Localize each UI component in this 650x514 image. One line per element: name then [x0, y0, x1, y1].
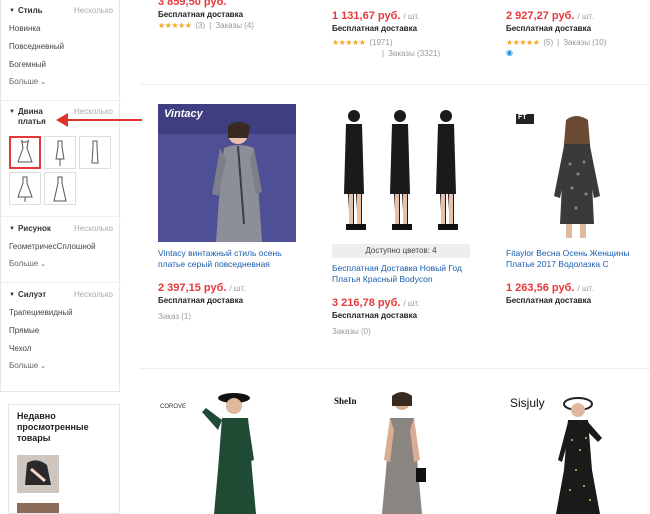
product-card[interactable]: Vintacy винтажный стиль осень платье сер…	[158, 248, 308, 322]
recent-product-image	[17, 455, 59, 493]
dress-length-maxi[interactable]	[44, 172, 76, 205]
divider	[1, 282, 121, 283]
chevron-down-icon: ⌄	[40, 79, 47, 86]
product-image[interactable]: COROVE	[158, 390, 296, 514]
dress-length-tea[interactable]	[9, 172, 41, 205]
product-image[interactable]: FT	[506, 104, 644, 242]
product-price: 1 263,56 руб. / шт.	[506, 282, 594, 294]
facet-silhouette-more[interactable]: Больше ⌄	[9, 358, 113, 374]
product-price: 2 927,27 руб. / шт.	[506, 10, 594, 22]
product-photo	[332, 104, 470, 242]
triangle-down-icon: ▼	[9, 109, 15, 115]
recently-viewed: Недавно просмотренные товары	[8, 404, 120, 514]
product-photo	[506, 104, 644, 242]
shipping-label: Бесплатная доставка	[158, 296, 244, 305]
facet-option[interactable]: Богемный	[9, 56, 113, 74]
facet-pattern-more[interactable]: Больше ⌄	[9, 256, 113, 272]
facet-pattern-title[interactable]: ▼ Рисунок	[9, 224, 51, 234]
row-divider	[140, 84, 650, 85]
recent-thumb[interactable]	[17, 503, 59, 513]
product-price: 3 216,78 руб. / шт.	[332, 297, 420, 309]
facet-style-more[interactable]: Больше ⌄	[9, 74, 113, 90]
facet-option[interactable]: Трапециевидный	[9, 304, 113, 322]
facet-option[interactable]: Новинка	[9, 20, 113, 38]
product-card[interactable]: Бесплатная Доставка Новый Год Платья Кра…	[332, 263, 482, 337]
star-rating-icon: ★★★★★	[506, 38, 540, 47]
facet-silhouette-title[interactable]: ▼ Силуэт	[9, 290, 46, 300]
divider	[1, 216, 121, 217]
product-image[interactable]: Vintacy	[158, 104, 296, 242]
product-card[interactable]: Fitaylor Весна Осень Женщины Платье 2017…	[506, 248, 650, 306]
facet-pattern: ▼ Рисунок Несколько ГеометричесСплошной Б…	[9, 224, 113, 272]
product-card[interactable]: 1 131,67 руб. / шт. Бесплатная доставка …	[332, 10, 482, 59]
triangle-down-icon: ▼	[9, 8, 15, 14]
divider	[1, 100, 121, 101]
annotation-arrow	[56, 113, 142, 127]
product-photo	[332, 390, 470, 514]
shipping-label: Бесплатная доставка	[506, 296, 592, 305]
product-orders: | Заказы (3321)	[382, 49, 441, 58]
recently-viewed-title: Недавно просмотренные товары	[17, 411, 89, 443]
dress-maxi-icon	[53, 176, 67, 201]
brand-logo: COROVE	[160, 404, 187, 410]
dress-length-mini[interactable]	[9, 136, 41, 169]
facet-option[interactable]: ГеометричесСплошной	[9, 238, 113, 256]
chevron-down-icon: ⌄	[40, 261, 47, 268]
row-divider	[140, 368, 650, 369]
triangle-down-icon: ▼	[9, 226, 15, 232]
dress-tea-icon	[17, 176, 33, 202]
facet-length-title[interactable]: ▼ Двина платья	[9, 107, 58, 127]
facet-option[interactable]: Чехол	[9, 340, 113, 358]
product-card[interactable]: 2 927,27 руб. / шт. Бесплатная доставка …	[506, 10, 650, 57]
product-photo	[158, 104, 296, 242]
product-price: 2 397,15 руб. / шт.	[158, 282, 246, 294]
product-title[interactable]: Fitaylor Весна Осень Женщины Платье 2017…	[506, 248, 650, 270]
facet-silhouette-multi[interactable]: Несколько	[74, 290, 113, 300]
product-rating: ★★★★★ (5) | Заказы (10)	[506, 38, 607, 47]
product-card[interactable]: 3 859,50 руб. Бесплатная доставка ★★★★★(…	[158, 0, 308, 31]
mobile-deal-icon: ◉	[506, 48, 513, 57]
star-rating-icon: ★★★★★	[158, 21, 192, 30]
facet-silhouette: ▼ Силуэт Несколько Трапециевидный Прямые …	[9, 290, 113, 374]
facet-pattern-multi[interactable]: Несколько	[74, 224, 113, 234]
triangle-down-icon: ▼	[9, 292, 15, 298]
brand-logo: SheIn	[334, 396, 357, 406]
star-rating-icon: ★★★★★	[332, 38, 366, 47]
product-image[interactable]: SheIn	[332, 390, 470, 514]
facet-style-multi[interactable]: Несколько	[74, 6, 113, 16]
facet-option[interactable]: Повседневный	[9, 38, 113, 56]
product-price: 3 859,50 руб.	[158, 0, 227, 8]
recent-thumb[interactable]	[17, 455, 59, 493]
filter-sidebar: ▼ Стиль Несколько Новинка Повседневный Бо…	[0, 0, 122, 514]
product-orders: Заказы (0)	[332, 327, 371, 336]
product-title[interactable]: Бесплатная Доставка Новый Год Платья Кра…	[332, 263, 482, 285]
facet-style: ▼ Стиль Несколько Новинка Повседневный Бо…	[9, 6, 113, 90]
product-title[interactable]: Vintacy винтажный стиль осень платье сер…	[158, 248, 308, 270]
product-price: 1 131,67 руб. / шт.	[332, 10, 420, 22]
product-image[interactable]	[332, 104, 470, 242]
shipping-label: Бесплатная доставка	[332, 311, 418, 320]
facet-option[interactable]: Прямые	[9, 322, 113, 340]
brand-logo: FT	[518, 114, 527, 121]
shipping-label: Бесплатная доставка	[158, 10, 244, 19]
product-rating: ★★★★★ (1971)	[332, 38, 393, 47]
brand-logo: Vintacy	[164, 108, 203, 120]
dress-length-knee[interactable]	[44, 136, 76, 169]
product-orders: Заказ (1)	[158, 312, 191, 321]
dress-midi-icon	[91, 140, 99, 163]
shipping-label: Бесплатная доставка	[506, 24, 592, 33]
chevron-down-icon: ⌄	[40, 363, 47, 370]
dress-knee-icon	[55, 140, 65, 166]
dress-mini-icon	[17, 139, 33, 162]
shipping-label: Бесплатная доставка	[332, 24, 418, 33]
product-rating: ★★★★★ (3) | Заказы (4)	[158, 21, 254, 30]
facet-style-title[interactable]: ▼ Стиль	[9, 6, 43, 16]
brand-logo: Sisjuly	[510, 396, 545, 410]
colors-available[interactable]: Доступно цветов: 4	[332, 244, 470, 258]
product-image[interactable]: Sisjuly	[506, 390, 644, 514]
dress-length-midi[interactable]	[79, 136, 111, 169]
filter-panel: ▼ Стиль Несколько Новинка Повседневный Бо…	[0, 0, 121, 392]
